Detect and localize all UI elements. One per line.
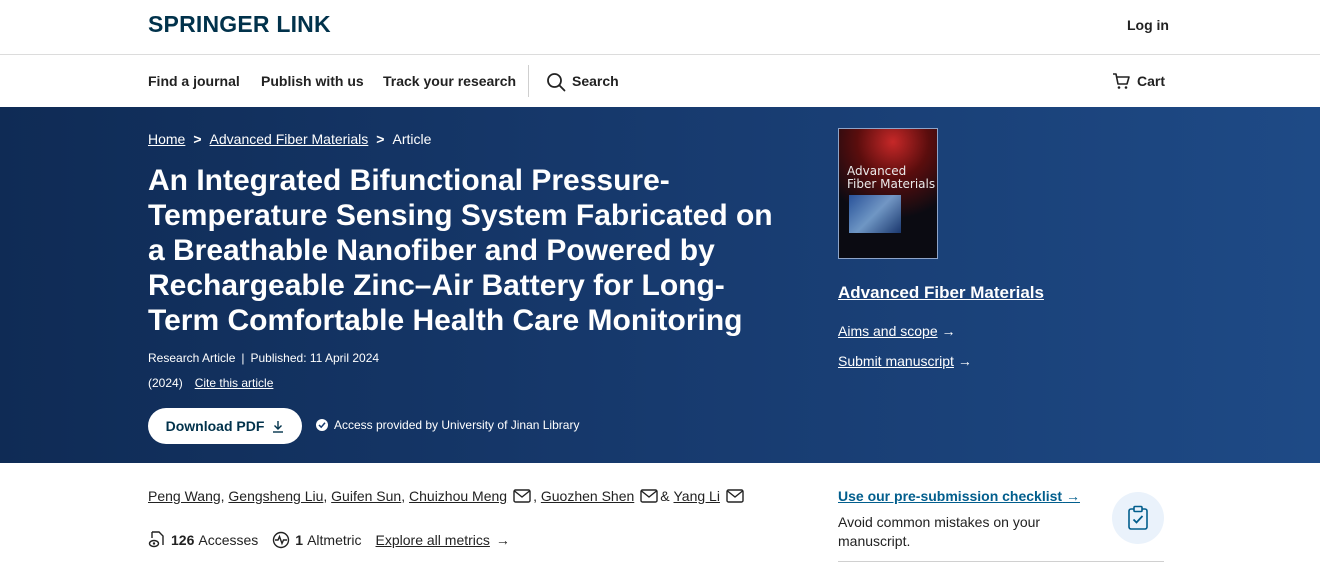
check-circle-icon (316, 419, 328, 431)
login-link[interactable]: Log in (1127, 17, 1169, 33)
breadcrumb-journal[interactable]: Advanced Fiber Materials (210, 131, 369, 147)
article-title: An Integrated Bifunctional Pressure-Temp… (148, 164, 773, 337)
author-name[interactable]: Guozhen Shen (541, 488, 634, 504)
springer-link-logo[interactable]: SPRINGER LINK (148, 11, 331, 38)
published-date: Published: 11 April 2024 (250, 351, 380, 365)
email-icon[interactable] (726, 489, 744, 503)
download-pdf-label: Download PDF (165, 418, 265, 434)
breadcrumb-current: Article (392, 131, 432, 147)
download-pdf-button[interactable]: Download PDF (148, 408, 302, 444)
pre-submission-checklist-link[interactable]: Use our pre-submission checklist → (838, 488, 1080, 504)
submit-manuscript-label: Submit manuscript (838, 353, 954, 369)
nav-track-research[interactable]: Track your research (383, 73, 516, 89)
altmetric-count: 1 (295, 532, 304, 548)
aims-scope-link[interactable]: Aims and scope → (838, 323, 956, 339)
nav-search[interactable]: Search (572, 73, 619, 89)
author-separator: , (533, 488, 537, 504)
download-icon (273, 420, 284, 433)
accesses-label: Accesses (198, 532, 259, 548)
submit-manuscript-link[interactable]: Submit manuscript → (838, 353, 972, 369)
aims-scope-label: Aims and scope (838, 323, 938, 339)
arrow-right-icon: → (941, 323, 956, 339)
email-icon[interactable] (513, 489, 531, 503)
explore-metrics-link[interactable]: Explore all metrics (376, 532, 490, 548)
nav-find-journal[interactable]: Find a journal (148, 73, 240, 89)
clipboard-check-icon (1112, 492, 1164, 544)
author-separator: , (401, 488, 406, 504)
nav-publish[interactable]: Publish with us (261, 73, 364, 89)
article-year: (2024) (148, 376, 183, 390)
top-bar: SPRINGER LINK Log in (0, 0, 1320, 55)
checklist-description: Avoid common mistakes on your manuscript… (838, 514, 1041, 549)
author-name[interactable]: Yang Li (674, 488, 720, 504)
cart-icon[interactable] (1112, 72, 1130, 90)
journal-cover-image[interactable]: Advanced Fiber Materials (838, 128, 938, 259)
cite-link[interactable]: Cite this article (195, 376, 274, 390)
accesses-count: 126 (171, 532, 195, 548)
email-icon[interactable] (640, 489, 658, 503)
access-text: Access provided by University of Jinan L… (334, 418, 580, 432)
article-meta: Research Article | Published: 11 April 202… (148, 351, 380, 365)
breadcrumb-separator: > (193, 131, 202, 147)
nav-divider (528, 65, 529, 97)
cover-artwork (849, 195, 901, 233)
main-nav: Find a journal Publish with us Track you… (0, 55, 1320, 107)
author-name[interactable]: Chuizhou Meng (409, 488, 507, 504)
cover-title: Advanced Fiber Materials (847, 165, 935, 191)
arrow-right-icon: → (1065, 488, 1080, 504)
author-separator: , (323, 488, 328, 504)
arrow-right-icon: → (495, 532, 510, 548)
search-icon[interactable] (546, 72, 566, 92)
altmetric-label: Altmetric (307, 532, 362, 548)
journal-name-link[interactable]: Advanced Fiber Materials (838, 283, 1044, 303)
article-year-line: (2024) Cite this article (148, 376, 273, 390)
altmetric-icon (273, 531, 290, 549)
author-name[interactable]: Gengsheng Liu (228, 488, 323, 504)
article-metrics: 126 Accesses 1 Altmetric Explore all met… (148, 531, 510, 549)
breadcrumb: Home > Advanced Fiber Materials > Articl… (148, 131, 431, 147)
author-separator-and: & (660, 488, 670, 504)
accesses-icon (148, 531, 164, 548)
divider (838, 561, 1164, 562)
author-separator: , (220, 488, 225, 504)
cover-title-line-2: Fiber Materials (847, 177, 936, 191)
breadcrumb-home[interactable]: Home (148, 131, 185, 147)
access-info: Access provided by University of Jinan L… (316, 418, 579, 432)
author-name[interactable]: Guifen Sun (331, 488, 401, 504)
author-name[interactable]: Peng Wang (148, 488, 221, 504)
article-hero: Home > Advanced Fiber Materials > Articl… (0, 107, 1320, 463)
arrow-right-icon: → (957, 353, 972, 369)
breadcrumb-separator: > (376, 131, 385, 147)
article-type: Research Article (148, 351, 236, 365)
nav-cart[interactable]: Cart (1137, 73, 1165, 89)
author-list: Peng Wang, Gengsheng Liu, Guifen Sun, Ch… (148, 488, 746, 504)
checklist-link-label: Use our pre-submission checklist (838, 488, 1063, 504)
